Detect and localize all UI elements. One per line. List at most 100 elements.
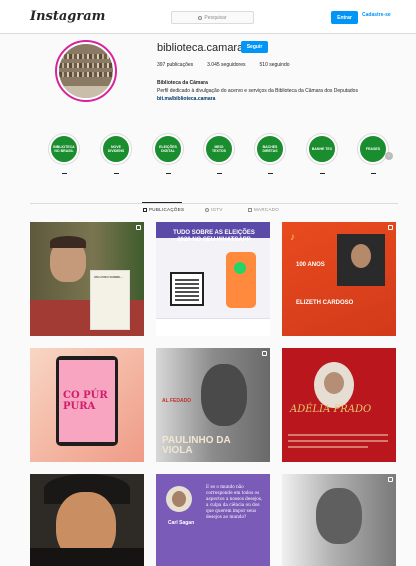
highlight-title-placeholder: [165, 173, 171, 174]
login-button[interactable]: Entrar: [331, 11, 358, 24]
top-navigation-bar: Instagram Pesquisar Entrar Cadastre-se: [0, 0, 416, 34]
posts-count[interactable]: 397 publicações: [157, 62, 193, 68]
book-cover: UM LIVRO SOBRE...: [90, 270, 130, 330]
highlight-item[interactable]: MEIO TEXTOS: [203, 134, 235, 174]
multiple-images-icon: [262, 351, 267, 356]
portrait-photo: [166, 486, 192, 512]
multiple-images-icon: [388, 477, 393, 482]
highlight-title-placeholder: [370, 173, 376, 174]
tv-icon: [205, 207, 209, 212]
highlight-title-placeholder: [267, 173, 273, 174]
bookshelf-row: [59, 72, 113, 77]
qr-pattern: [175, 277, 199, 301]
tabs-divider: [30, 203, 398, 204]
person-hair: [50, 236, 86, 248]
avatar: [59, 44, 113, 98]
bio-link[interactable]: bit.ma/biblioteca.camara: [157, 95, 387, 103]
quote-text-line: [288, 434, 388, 436]
portrait-face: [324, 372, 344, 394]
post-thumbnail[interactable]: ♪ 100 ANOS ELIZETH CARDOSO: [282, 222, 396, 336]
portrait-photo: [337, 234, 385, 286]
tag-icon: [248, 207, 252, 212]
multiple-images-icon: [136, 225, 141, 230]
portrait-face: [172, 491, 186, 507]
highlight-cover: MEIO TEXTOS: [204, 134, 234, 164]
following-count[interactable]: 510 seguindo: [260, 62, 290, 68]
portrait-photo: [314, 362, 354, 408]
highlight-item[interactable]: ELEIÇÕES DIGITAL: [152, 134, 184, 174]
book-title: UM LIVRO SOBRE...: [94, 275, 123, 279]
post-thumbnail[interactable]: ADÉLIA PRADO: [282, 348, 396, 462]
tab-tagged[interactable]: MARCADO: [248, 207, 279, 212]
tab-igtv[interactable]: IGTV: [205, 207, 223, 212]
post-headline: TUDO SOBRE AS ELEIÇÕES 2020 NO SEU WHATS…: [173, 230, 255, 243]
phone-illustration: [226, 252, 256, 308]
post-thumbnail[interactable]: CO PÚR PURA: [30, 348, 144, 462]
book-title: CO PÚR PURA: [63, 390, 108, 412]
active-tab-indicator: [142, 202, 182, 203]
tab-posts[interactable]: PUBLICAÇÕES: [143, 207, 184, 212]
post-thumbnail[interactable]: UM LIVRO SOBRE...: [30, 222, 144, 336]
search-input[interactable]: Pesquisar: [171, 11, 254, 24]
quote-text-line: [288, 446, 368, 448]
multiple-images-icon: [388, 225, 393, 230]
highlight-title-placeholder: [61, 173, 67, 174]
post-thumbnail[interactable]: AL FEDADO PAULINHO DA VIOLA: [156, 348, 270, 462]
post-thumbnail[interactable]: Carl Sagan E se o mundo não corresponde …: [156, 474, 270, 566]
highlight-cover: ELEIÇÕES DIGITAL: [153, 134, 183, 164]
grid-icon: [143, 207, 147, 212]
quote-author: Carl Sagan: [168, 520, 195, 526]
signup-link[interactable]: Cadastre-se: [362, 12, 391, 18]
post-thumbnail[interactable]: [30, 474, 144, 566]
highlight-item[interactable]: NOVE DIVIDENS: [100, 134, 132, 174]
post-headline: ADÉLIA PRADO: [290, 404, 372, 415]
profile-avatar-ring[interactable]: [55, 40, 117, 102]
tab-label: MARCADO: [254, 207, 280, 212]
qr-code: [170, 272, 204, 306]
bio-name: Biblioteca da Câmara: [157, 80, 208, 86]
highlight-title-placeholder: [319, 173, 325, 174]
follow-button[interactable]: Seguir: [241, 41, 268, 53]
highlight-cover: BANHE TEX: [307, 134, 337, 164]
followers-count[interactable]: 3.045 seguidores: [207, 62, 245, 68]
search-icon: [198, 15, 203, 20]
profile-stats: 397 publicações 3.045 seguidores 510 seg…: [157, 62, 290, 68]
highlight-cover: BACHES DIRETAS: [255, 134, 285, 164]
search-placeholder: Pesquisar: [204, 14, 227, 21]
tablet-device: CO PÚR PURA: [56, 356, 118, 446]
post-thumbnail[interactable]: TUDO SOBRE AS ELEIÇÕES 2020 NO SEU WHATS…: [156, 222, 270, 336]
bookshelf-row: [59, 54, 113, 59]
post-subtitle: AL FEDADO: [162, 398, 192, 404]
library-floor: [59, 86, 113, 98]
tablet-screen: CO PÚR PURA: [59, 360, 115, 442]
post-headline: 100 ANOS: [296, 262, 325, 268]
portrait-face: [351, 244, 371, 268]
quote-text-line: [288, 440, 388, 442]
highlight-title-placeholder: [113, 173, 119, 174]
whatsapp-icon: [234, 262, 246, 274]
profile-bio: Biblioteca da Câmara Perfil dedicado à d…: [157, 79, 387, 103]
post-footer-logos: [156, 318, 270, 336]
bio-description: Perfil dedicado à divulgação do acervo e…: [157, 88, 358, 94]
portrait-robe: [30, 548, 144, 566]
portrait-face: [201, 364, 247, 426]
highlight-item[interactable]: BACHES DIRETAS: [254, 134, 286, 174]
chevron-right-icon[interactable]: ›: [385, 152, 393, 160]
highlight-item[interactable]: BIBLIOTECA NO BRASIL: [48, 134, 80, 174]
post-headline: PAULINHO DA VIOLA: [162, 435, 231, 456]
portrait-face: [316, 488, 362, 544]
profile-username: biblioteca.camara: [157, 42, 244, 54]
tab-label: PUBLICAÇÕES: [149, 207, 185, 212]
highlight-cover: NOVE DIVIDENS: [101, 134, 131, 164]
highlight-cover: FRASES: [358, 134, 388, 164]
highlight-title-placeholder: [216, 173, 222, 174]
highlight-cover: BIBLIOTECA NO BRASIL: [49, 134, 79, 164]
music-note-icon: ♪: [290, 232, 295, 243]
highlight-item[interactable]: BANHE TEX: [306, 134, 338, 174]
quote-text: E se o mundo não corresponde em todos os…: [206, 484, 263, 519]
post-subtitle: ELIZETH CARDOSO: [296, 300, 354, 306]
tab-label: IGTV: [211, 207, 223, 212]
instagram-logo[interactable]: Instagram: [30, 9, 105, 24]
post-thumbnail[interactable]: [282, 474, 396, 566]
bookshelf-row: [59, 63, 113, 68]
